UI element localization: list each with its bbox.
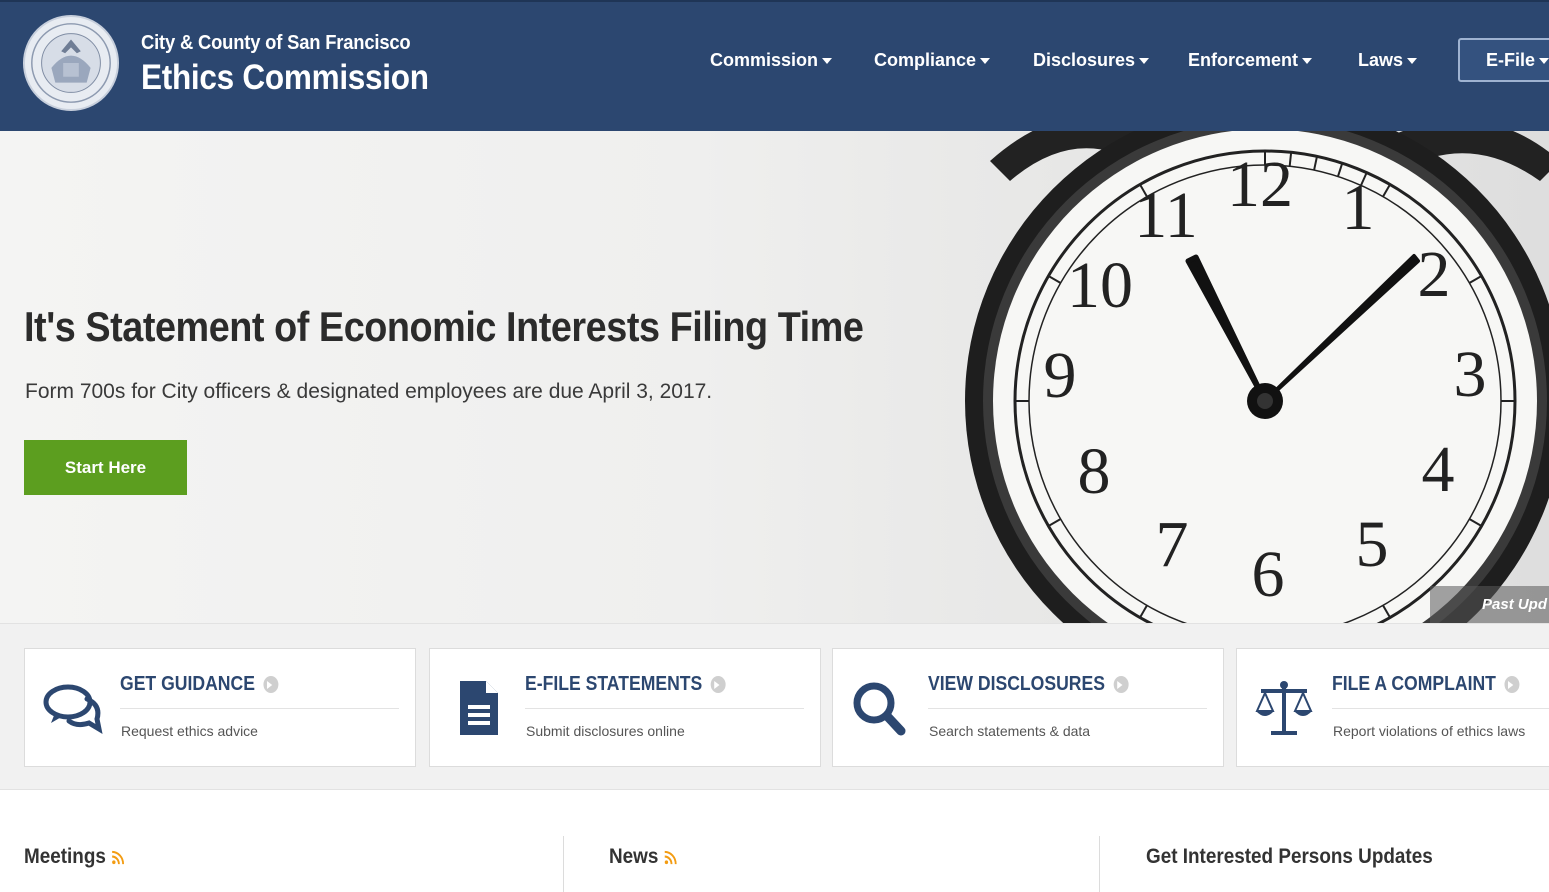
quick-actions-band: GET GUIDANCE Request ethics advice E-FIL… bbox=[0, 623, 1549, 790]
nav-compliance-label: Compliance bbox=[874, 49, 977, 70]
city-seal-logo[interactable] bbox=[22, 14, 120, 112]
caret-down-icon bbox=[1139, 58, 1150, 64]
news-label: News bbox=[609, 845, 659, 868]
hero-title: It's Statement of Economic Interests Fil… bbox=[24, 303, 864, 350]
card-divider bbox=[525, 708, 804, 709]
nav-disclosures-label: Disclosures bbox=[1033, 49, 1136, 70]
nav-commission[interactable]: Commission bbox=[710, 46, 833, 74]
nav-enforcement-label: Enforcement bbox=[1188, 49, 1299, 70]
card-title-text: E-FILE STATEMENTS bbox=[525, 673, 703, 695]
arrow-right-circle-icon bbox=[263, 676, 279, 693]
arrow-right-circle-icon bbox=[1504, 676, 1520, 693]
svg-text:8: 8 bbox=[1078, 435, 1111, 508]
nav-laws-label: Laws bbox=[1358, 49, 1404, 70]
efile-label: E-File bbox=[1486, 49, 1536, 70]
svg-text:1: 1 bbox=[1342, 171, 1375, 244]
card-efile-statements[interactable]: E-FILE STATEMENTS Submit disclosures onl… bbox=[429, 648, 821, 767]
svg-text:4: 4 bbox=[1422, 433, 1455, 506]
card-description: Search statements & data bbox=[929, 723, 1091, 739]
column-divider bbox=[1099, 836, 1100, 892]
card-divider bbox=[120, 708, 399, 709]
svg-text:3: 3 bbox=[1454, 338, 1487, 411]
meetings-label: Meetings bbox=[24, 845, 106, 868]
card-title: GET GUIDANCE bbox=[120, 673, 279, 696]
magnifier-icon bbox=[853, 682, 906, 736]
rss-icon[interactable] bbox=[111, 850, 125, 865]
alarm-clock-image: 12 1 2 3 4 5 6 7 8 9 10 11 bbox=[965, 131, 1549, 623]
card-title-text: VIEW DISCLOSURES bbox=[928, 673, 1106, 695]
nav-commission-label: Commission bbox=[710, 49, 819, 70]
news-heading[interactable]: News bbox=[609, 845, 677, 869]
caret-down-icon bbox=[980, 58, 991, 64]
site-header: City & County of San Francisco Ethics Co… bbox=[0, 0, 1549, 131]
card-title-text: GET GUIDANCE bbox=[120, 673, 255, 695]
column-divider bbox=[563, 836, 564, 892]
card-title: VIEW DISCLOSURES bbox=[928, 673, 1129, 696]
nav-compliance[interactable]: Compliance bbox=[874, 46, 991, 74]
info-columns: Meetings News Get Interested Persons Upd… bbox=[0, 791, 1549, 892]
svg-text:6: 6 bbox=[1252, 538, 1285, 611]
card-description: Submit disclosures online bbox=[526, 723, 685, 739]
caret-down-icon bbox=[822, 58, 833, 64]
card-get-guidance[interactable]: GET GUIDANCE Request ethics advice bbox=[24, 648, 416, 767]
caret-down-icon bbox=[1539, 58, 1549, 64]
start-here-button[interactable]: Start Here bbox=[24, 440, 187, 495]
rss-icon[interactable] bbox=[664, 850, 678, 865]
svg-text:9: 9 bbox=[1044, 339, 1077, 412]
efile-button[interactable]: E-File bbox=[1458, 38, 1549, 82]
svg-text:10: 10 bbox=[1067, 249, 1133, 322]
card-title-text: FILE A COMPLAINT bbox=[1332, 673, 1496, 695]
chat-bubbles-icon bbox=[43, 684, 103, 735]
org-name-line1[interactable]: City & County of San Francisco bbox=[141, 32, 411, 55]
hero-subtitle: Form 700s for City officers & designated… bbox=[25, 380, 713, 403]
card-view-disclosures[interactable]: VIEW DISCLOSURES Search statements & dat… bbox=[832, 648, 1224, 767]
card-title: FILE A COMPLAINT bbox=[1332, 673, 1520, 696]
nav-enforcement[interactable]: Enforcement bbox=[1188, 46, 1313, 74]
nav-disclosures[interactable]: Disclosures bbox=[1033, 46, 1150, 74]
svg-text:2: 2 bbox=[1418, 238, 1451, 311]
caret-down-icon bbox=[1302, 58, 1313, 64]
past-updates-button[interactable]: Past Upd bbox=[1430, 586, 1549, 623]
svg-text:7: 7 bbox=[1156, 508, 1189, 581]
svg-text:5: 5 bbox=[1356, 508, 1389, 581]
document-icon bbox=[460, 681, 498, 735]
arrow-right-circle-icon bbox=[1113, 676, 1129, 693]
card-file-complaint[interactable]: FILE A COMPLAINT Report violations of et… bbox=[1236, 648, 1549, 767]
card-description: Report violations of ethics laws bbox=[1333, 723, 1526, 739]
svg-text:12: 12 bbox=[1227, 148, 1293, 221]
scales-icon bbox=[1255, 681, 1313, 735]
arrow-right-circle-icon bbox=[711, 676, 727, 693]
card-title: E-FILE STATEMENTS bbox=[525, 673, 727, 696]
svg-text:11: 11 bbox=[1134, 179, 1198, 252]
meetings-heading[interactable]: Meetings bbox=[24, 845, 125, 869]
nav-laws[interactable]: Laws bbox=[1358, 46, 1418, 74]
updates-heading: Get Interested Persons Updates bbox=[1146, 845, 1433, 868]
card-divider bbox=[1332, 708, 1549, 709]
caret-down-icon bbox=[1407, 58, 1418, 64]
card-description: Request ethics advice bbox=[121, 723, 258, 739]
org-name-line2[interactable]: Ethics Commission bbox=[141, 58, 429, 98]
hero-banner: 12 1 2 3 4 5 6 7 8 9 10 11 It's Statemen… bbox=[0, 131, 1549, 623]
card-divider bbox=[928, 708, 1207, 709]
